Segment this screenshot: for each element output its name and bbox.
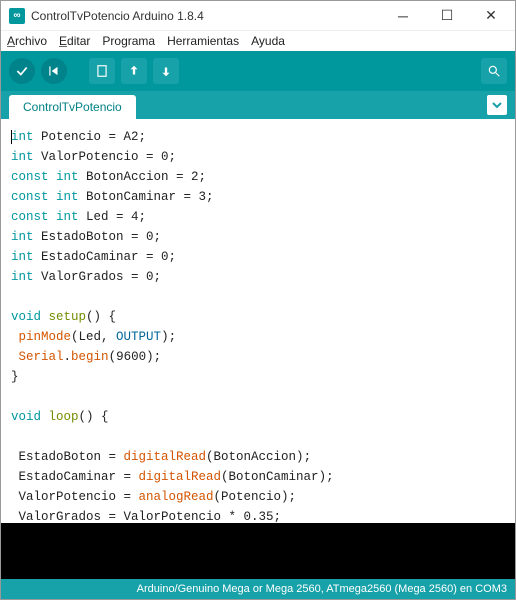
upload-button[interactable] (41, 58, 67, 84)
window-title: ControlTvPotencio Arduino 1.8.4 (31, 9, 381, 23)
menu-editar[interactable]: Editar (59, 34, 90, 48)
tab-menu-button[interactable] (487, 95, 507, 115)
menu-archivo[interactable]: Archivo (7, 34, 47, 48)
verify-button[interactable] (9, 58, 35, 84)
open-button[interactable] (121, 58, 147, 84)
code-editor[interactable]: int Potencio = A2; int ValorPotencio = 0… (1, 119, 515, 523)
tab-sketch[interactable]: ControlTvPotencio (9, 95, 136, 119)
titlebar: ∞ ControlTvPotencio Arduino 1.8.4 ─ ☐ ✕ (1, 1, 515, 31)
code-token: int (11, 130, 34, 144)
save-button[interactable] (153, 58, 179, 84)
tabbar: ControlTvPotencio (1, 91, 515, 119)
menu-programa[interactable]: Programa (102, 34, 155, 48)
menubar: Archivo Editar Programa Herramientas Ayu… (1, 31, 515, 51)
menu-ayuda[interactable]: Ayuda (251, 34, 285, 48)
toolbar (1, 51, 515, 91)
arduino-app-icon: ∞ (9, 8, 25, 24)
close-button[interactable]: ✕ (469, 2, 513, 30)
minimize-button[interactable]: ─ (381, 2, 425, 30)
statusbar: Arduino/Genuino Mega or Mega 2560, ATmeg… (1, 579, 515, 599)
serial-monitor-button[interactable] (481, 58, 507, 84)
console-output[interactable] (1, 523, 515, 579)
maximize-button[interactable]: ☐ (425, 2, 469, 30)
board-status: Arduino/Genuino Mega or Mega 2560, ATmeg… (137, 583, 507, 595)
menu-herramientas[interactable]: Herramientas (167, 34, 239, 48)
new-button[interactable] (89, 58, 115, 84)
